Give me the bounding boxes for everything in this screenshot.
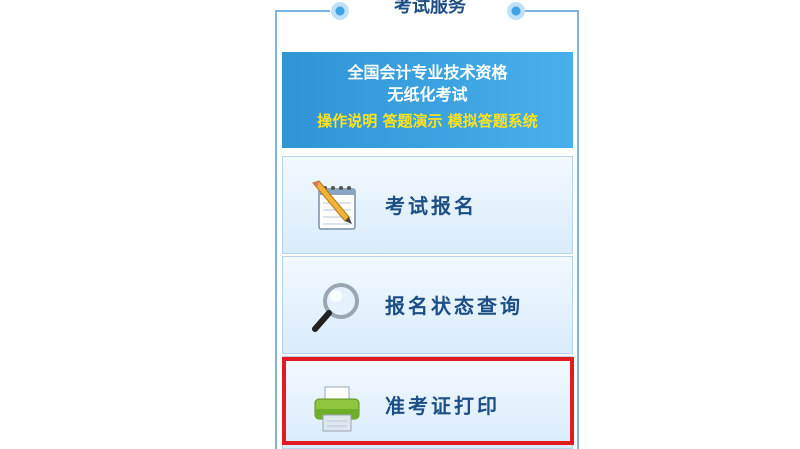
mock-answer-system-link[interactable]: 模拟答题系统 <box>448 112 538 130</box>
panel-title: 考试服务 <box>394 0 466 17</box>
admission-ticket-print-button[interactable]: 准考证打印 <box>282 356 573 449</box>
registration-status-query-button[interactable]: 报名状态查询 <box>282 256 573 354</box>
header-divider-left <box>275 10 330 12</box>
operation-guide-link[interactable]: 操作说明 <box>317 112 377 130</box>
printer-icon <box>314 386 360 432</box>
exam-registration-label: 考试报名 <box>385 194 477 218</box>
banner-title-line2: 无纸化考试 <box>387 85 468 104</box>
admission-ticket-print-label: 准考证打印 <box>385 394 500 418</box>
answer-demo-link[interactable]: 答题演示 <box>382 112 442 130</box>
notepad-pencil-icon <box>312 180 356 230</box>
header-divider-right <box>524 10 579 12</box>
paperless-exam-banner[interactable]: 全国会计专业技术资格 无纸化考试 操作说明 答题演示 模拟答题系统 <box>282 52 573 148</box>
registration-status-query-label: 报名状态查询 <box>385 294 523 318</box>
dot-ornament-icon <box>331 2 349 20</box>
banner-links: 操作说明 答题演示 模拟答题系统 <box>282 110 573 132</box>
exam-registration-button[interactable]: 考试报名 <box>282 156 573 254</box>
banner-title-line1: 全国会计专业技术资格 <box>347 63 508 82</box>
magnifier-icon <box>312 283 359 332</box>
dot-ornament-icon <box>507 2 525 20</box>
